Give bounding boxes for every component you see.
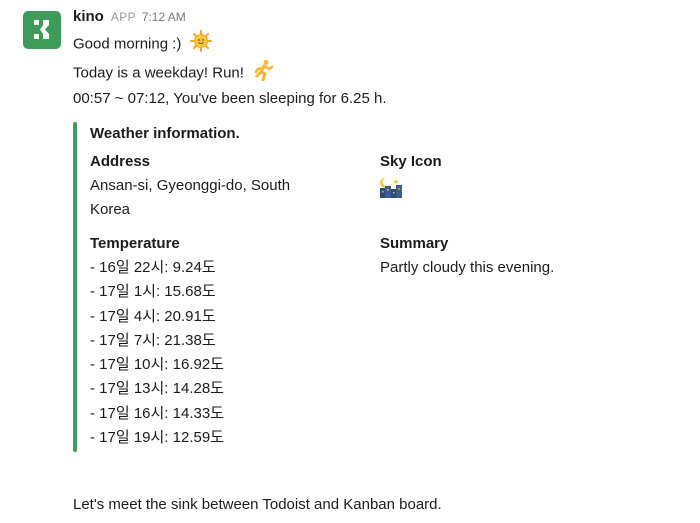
sun-face-icon [189,30,212,59]
app-badge: APP [110,10,136,24]
temperature-label: Temperature [90,235,180,252]
temperature-item: - 17일 10시: 16.92도 [90,356,224,374]
summary-label: Summary [380,235,449,252]
message-header: kino APP 7:12 AM [73,8,683,30]
weather-attachment: Weather information. Address Ansan-si, G… [73,122,633,452]
greeting-text: Good morning :) [73,35,182,53]
address-value-line1: Ansan-si, Gyeonggi-do, South [90,177,291,194]
night-city-icon [380,176,402,206]
sky-icon-label: Sky Icon [380,153,442,170]
address-label: Address [90,153,151,170]
weekday-line: Today is a weekday! Run! [73,59,683,82]
message-timestamp[interactable]: 7:12 AM [142,10,186,24]
address-value-line2: Korea [90,201,131,218]
attachment-accent-bar [73,122,77,452]
temperature-item: - 17일 1시: 15.68도 [90,283,216,301]
attachment-title: Weather information. [90,125,240,142]
weekday-text: Today is a weekday! Run! [73,64,244,82]
sleep-line: 00:57 ~ 07:12, You've been sleeping for … [73,90,387,107]
temperature-item: - 17일 7시: 21.38도 [90,331,216,349]
temperature-item: - 17일 19시: 12.59도 [90,429,224,447]
temperature-item: - 17일 16시: 14.33도 [90,404,224,422]
runner-icon [252,59,274,88]
temperature-list: - 16일 22시: 9.24도 - 17일 1시: 15.68도 - 17일 … [90,256,224,450]
sender-name[interactable]: kino [73,8,104,25]
kino-logo-icon [34,20,49,39]
footer-message: Let's meet the sink between Todoist and … [73,496,442,513]
summary-value: Partly cloudy this evening. [380,259,555,276]
bot-avatar[interactable] [23,11,61,49]
message-body: kino APP 7:12 AM Good morning :) Today i… [73,8,683,452]
greeting-line: Good morning :) [73,30,683,52]
temperature-item: - 16일 22시: 9.24도 [90,259,216,276]
temperature-item: - 17일 4시: 20.91도 [90,307,216,325]
temperature-item: - 17일 13시: 14.28도 [90,380,224,398]
